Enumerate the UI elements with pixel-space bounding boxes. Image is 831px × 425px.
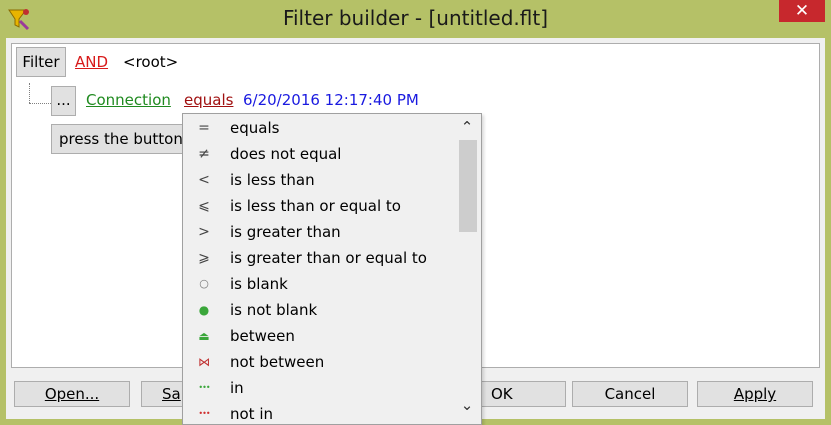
dropdown-item-label: equals bbox=[230, 119, 280, 137]
between-icon: ⏏ bbox=[198, 329, 210, 343]
condition-value[interactable]: 6/20/2016 12:17:40 PM bbox=[243, 91, 419, 109]
apply-button-label: Apply bbox=[733, 385, 777, 403]
open-button[interactable]: Open... bbox=[14, 381, 130, 407]
dropdown-item-less-equal[interactable]: ⩽ is less than or equal to bbox=[183, 193, 453, 219]
filled-circle-icon: ● bbox=[198, 303, 210, 317]
condition-operator-link[interactable]: equals bbox=[184, 91, 233, 109]
dropdown-item-label: does not equal bbox=[230, 145, 342, 163]
dropdown-item-label: is not blank bbox=[230, 301, 318, 319]
scrollbar-thumb[interactable] bbox=[459, 140, 477, 232]
less-than-icon: < bbox=[198, 172, 210, 188]
dropdown-item-label: not in bbox=[230, 405, 274, 423]
dropdown-scrollbar[interactable]: ⌃ ⌄ bbox=[453, 114, 481, 424]
dropdown-item-label: in bbox=[230, 379, 244, 397]
close-icon: ✕ bbox=[794, 1, 810, 21]
add-condition-button[interactable]: press the button bbox=[51, 124, 201, 154]
apply-button[interactable]: Apply bbox=[697, 381, 813, 407]
dropdown-item-is-blank[interactable]: ○ is blank bbox=[183, 271, 453, 297]
greater-than-icon: > bbox=[198, 224, 210, 240]
dropdown-item-less-than[interactable]: < is less than bbox=[183, 167, 453, 193]
scroll-down-icon[interactable]: ⌄ bbox=[453, 396, 481, 414]
dropdown-item-label: is greater than or equal to bbox=[230, 249, 427, 267]
dropdown-item-greater-than[interactable]: > is greater than bbox=[183, 219, 453, 245]
in-icon: ••• bbox=[198, 383, 210, 392]
condition-menu-button[interactable]: ... bbox=[51, 86, 76, 116]
close-button[interactable]: ✕ bbox=[779, 0, 825, 22]
dropdown-item-not-between[interactable]: ⋈ not between bbox=[183, 349, 453, 375]
not-equal-icon: ≠ bbox=[198, 146, 210, 162]
dropdown-item-between[interactable]: ⏏ between bbox=[183, 323, 453, 349]
not-between-icon: ⋈ bbox=[198, 355, 210, 369]
dropdown-item-label: not between bbox=[230, 353, 325, 371]
root-label: <root> bbox=[123, 53, 179, 71]
add-condition-label: press the button bbox=[59, 130, 183, 148]
cancel-button[interactable]: Cancel bbox=[572, 381, 688, 407]
equals-icon: = bbox=[198, 120, 210, 136]
dropdown-item-label: is less than or equal to bbox=[230, 197, 401, 215]
dropdown-item-label: between bbox=[230, 327, 295, 345]
dropdown-item-not-in[interactable]: ••• not in bbox=[183, 401, 453, 424]
filter-root-label: Filter bbox=[22, 53, 60, 71]
open-button-label: Open... bbox=[44, 385, 100, 403]
not-in-icon: ••• bbox=[198, 409, 210, 418]
dropdown-item-greater-equal[interactable]: ⩾ is greater than or equal to bbox=[183, 245, 453, 271]
field-name-link[interactable]: Connection bbox=[86, 91, 171, 109]
dropdown-item-in[interactable]: ••• in bbox=[183, 375, 453, 401]
dropdown-item-label: is blank bbox=[230, 275, 288, 293]
scroll-up-icon[interactable]: ⌃ bbox=[453, 118, 481, 136]
less-equal-icon: ⩽ bbox=[198, 198, 210, 214]
filter-root-button[interactable]: Filter bbox=[16, 47, 66, 77]
group-operator-link[interactable]: AND bbox=[75, 53, 108, 71]
tree-connector-vertical bbox=[29, 83, 30, 103]
ok-button-label: OK bbox=[491, 385, 513, 403]
ellipsis-label: ... bbox=[56, 91, 71, 109]
dropdown-item-label: is less than bbox=[230, 171, 315, 189]
dropdown-item-is-not-blank[interactable]: ● is not blank bbox=[183, 297, 453, 323]
dropdown-item-equals[interactable]: = equals bbox=[183, 115, 453, 141]
greater-equal-icon: ⩾ bbox=[198, 250, 210, 266]
dropdown-item-does-not-equal[interactable]: ≠ does not equal bbox=[183, 141, 453, 167]
dropdown-item-label: is greater than bbox=[230, 223, 341, 241]
condition-dropdown-list[interactable]: = equals ≠ does not equal < is less than… bbox=[182, 113, 482, 425]
blank-circle-icon: ○ bbox=[199, 277, 209, 290]
window-title: Filter builder - [untitled.flt] bbox=[282, 6, 549, 30]
cancel-button-label: Cancel bbox=[604, 385, 656, 403]
save-button-label: Sa bbox=[162, 385, 181, 403]
title-bar: Filter builder - [untitled.flt] ✕ bbox=[0, 0, 831, 38]
